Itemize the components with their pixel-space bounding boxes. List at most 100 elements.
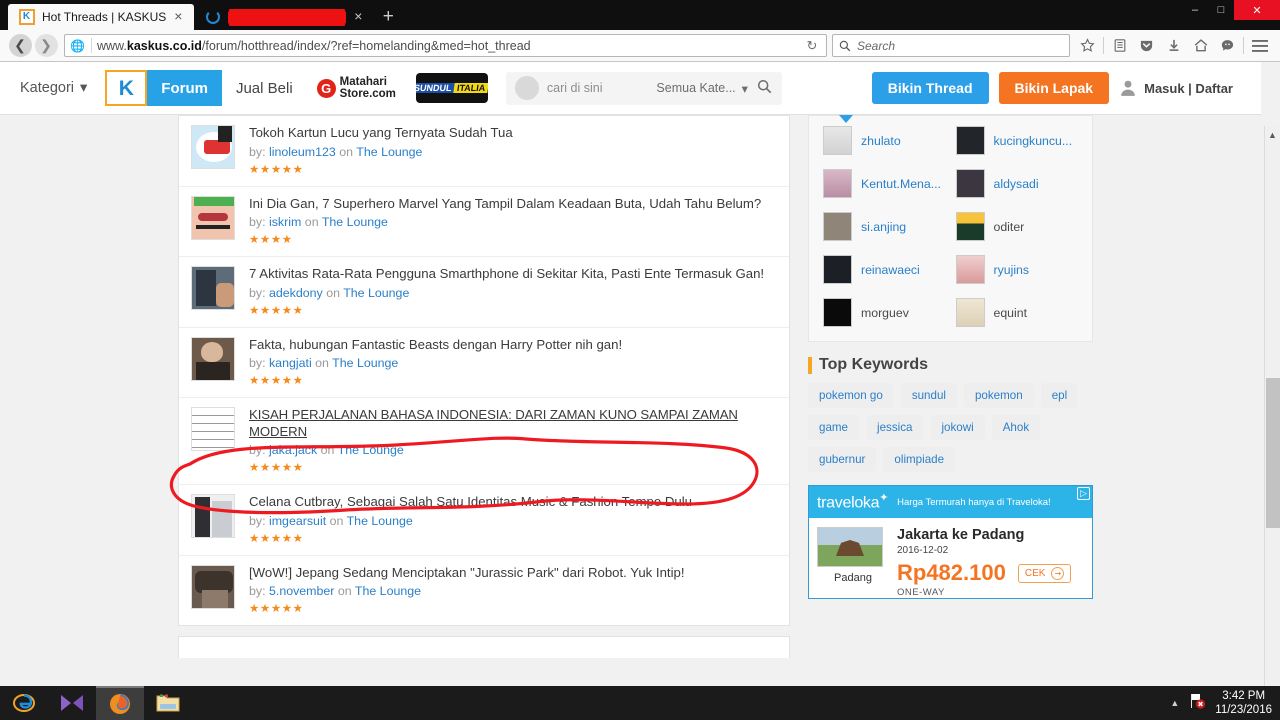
thread-title[interactable]: [WoW!] Jepang Sedang Menciptakan "Jurass…: [249, 565, 779, 582]
kaskus-logo[interactable]: K: [105, 70, 148, 106]
maximize-button[interactable]: □: [1208, 0, 1234, 20]
user-cell[interactable]: reinawaeci: [823, 255, 946, 284]
user-name[interactable]: kucingkuncu...: [994, 134, 1073, 148]
user-cell[interactable]: si.anjing: [823, 212, 946, 241]
cek-button[interactable]: CEK ➞: [1017, 563, 1072, 583]
thread-row[interactable]: Tokoh Kartun Lucu yang Ternyata Sudah Tu…: [179, 116, 789, 187]
keyword-tag[interactable]: jessica: [866, 415, 924, 440]
thread-author[interactable]: imgearsuit: [269, 514, 326, 528]
thread-title[interactable]: 7 Aktivitas Rata-Rata Pengguna Smarthpho…: [249, 266, 779, 283]
user-cell[interactable]: equint: [955, 298, 1079, 327]
keyword-tag[interactable]: game: [808, 415, 860, 440]
show-hidden-icons-button[interactable]: ▲: [1170, 698, 1179, 708]
thread-thumbnail[interactable]: [191, 407, 235, 451]
avatar[interactable]: [823, 298, 852, 327]
search-category-dropdown[interactable]: Semua Kate... ▾: [656, 81, 748, 96]
user-cell[interactable]: oditer: [955, 212, 1079, 241]
keyword-tag[interactable]: jokowi: [930, 415, 985, 440]
thread-row[interactable]: Ini Dia Gan, 7 Superhero Marvel Yang Tam…: [179, 187, 789, 257]
avatar[interactable]: [955, 169, 985, 198]
user-cell[interactable]: zhulato: [823, 126, 946, 155]
avatar[interactable]: [823, 169, 852, 198]
thread-author[interactable]: kangjati: [269, 356, 312, 370]
bookmark-star-icon[interactable]: [1074, 33, 1101, 59]
keyword-tag[interactable]: Ahok: [991, 415, 1041, 440]
download-icon[interactable]: [1160, 33, 1187, 59]
avatar[interactable]: [955, 298, 985, 327]
keyword-tag[interactable]: pokemon go: [808, 383, 894, 408]
thread-thumbnail[interactable]: [191, 266, 235, 310]
thread-title[interactable]: Tokoh Kartun Lucu yang Ternyata Sudah Tu…: [249, 125, 779, 142]
page-scrollbar[interactable]: ▲ ▼: [1264, 126, 1280, 686]
scroll-up-icon[interactable]: ▲: [1265, 126, 1280, 143]
home-icon[interactable]: [1187, 33, 1214, 59]
browser-tab-inactive[interactable]: ×: [194, 4, 375, 30]
avatar[interactable]: [823, 212, 852, 241]
thread-row[interactable]: Celana Cutbray, Sebagai Salah Satu Ident…: [179, 485, 789, 556]
avatar[interactable]: [955, 126, 985, 155]
user-name[interactable]: Kentut.Mena...: [861, 177, 941, 191]
scrollbar-thumb[interactable]: [1266, 378, 1280, 528]
window-close-button[interactable]: ✕: [1234, 0, 1280, 20]
thread-author[interactable]: 5.november: [269, 584, 334, 598]
back-icon[interactable]: ❮: [7, 33, 33, 59]
thread-thumbnail[interactable]: [191, 195, 235, 240]
minimize-button[interactable]: –: [1182, 0, 1208, 20]
user-name[interactable]: morguev: [861, 306, 909, 320]
thread-row[interactable]: Fakta, hubungan Fantastic Beasts dengan …: [179, 328, 789, 398]
user-name[interactable]: oditer: [994, 220, 1025, 234]
user-name[interactable]: ryujins: [994, 263, 1030, 277]
user-cell[interactable]: Kentut.Mena...: [823, 169, 946, 198]
login-register-link[interactable]: Masuk | Daftar: [1119, 79, 1233, 97]
thread-row[interactable]: KISAH PERJALANAN BAHASA INDONESIA: DARI …: [179, 398, 789, 485]
thread-author[interactable]: iskrim: [269, 215, 301, 229]
thread-author[interactable]: linoleum123: [269, 145, 336, 159]
bikin-lapak-button[interactable]: Bikin Lapak: [998, 72, 1110, 104]
thread-forum[interactable]: The Lounge: [355, 584, 421, 598]
user-name[interactable]: equint: [994, 306, 1028, 320]
taskbar-movie-maker-icon[interactable]: [48, 686, 96, 720]
search-icon[interactable]: [748, 79, 782, 97]
browser-search-box[interactable]: Search: [832, 34, 1070, 57]
user-cell[interactable]: aldysadi: [955, 169, 1079, 198]
thread-thumbnail[interactable]: [191, 125, 235, 169]
user-cell[interactable]: kucingkuncu...: [955, 126, 1079, 155]
avatar[interactable]: [823, 255, 852, 284]
taskbar-firefox-icon[interactable]: [96, 686, 144, 720]
thread-forum[interactable]: The Lounge: [322, 215, 388, 229]
user-name[interactable]: si.anjing: [861, 220, 906, 234]
thread-forum[interactable]: The Lounge: [347, 514, 413, 528]
thread-author[interactable]: adekdony: [269, 286, 323, 300]
avatar[interactable]: [955, 255, 985, 284]
taskbar-file-explorer-icon[interactable]: [144, 686, 192, 720]
site-search-box[interactable]: cari di sini Semua Kate... ▾: [505, 71, 782, 105]
avatar[interactable]: [955, 212, 985, 241]
new-tab-button[interactable]: +: [374, 4, 402, 30]
keyword-tag[interactable]: gubernur: [808, 447, 877, 472]
thread-title[interactable]: Ini Dia Gan, 7 Superhero Marvel Yang Tam…: [249, 196, 779, 213]
thread-title[interactable]: Fakta, hubungan Fantastic Beasts dengan …: [249, 337, 779, 354]
thread-forum[interactable]: The Lounge: [338, 443, 404, 457]
kategori-menu[interactable]: Kategori ▾: [14, 80, 105, 96]
bikin-thread-button[interactable]: Bikin Thread: [871, 72, 989, 104]
address-bar[interactable]: 🌐 www.kaskus.co.id/forum/hotthread/index…: [64, 34, 827, 57]
keyword-tag[interactable]: epl: [1040, 383, 1079, 408]
nav-item-forum[interactable]: Forum: [147, 70, 222, 106]
user-cell[interactable]: ryujins: [955, 255, 1079, 284]
thread-forum[interactable]: The Lounge: [332, 356, 398, 370]
avatar[interactable]: [823, 126, 852, 155]
thread-title[interactable]: KISAH PERJALANAN BAHASA INDONESIA: DARI …: [249, 407, 779, 440]
hamburger-menu-icon[interactable]: [1246, 33, 1273, 59]
thread-thumbnail[interactable]: [191, 494, 235, 538]
pocket-icon[interactable]: [1133, 33, 1160, 59]
forward-icon[interactable]: ❯: [33, 33, 59, 59]
keyword-tag[interactable]: sundul: [900, 383, 957, 408]
ad-choices-icon[interactable]: ▷: [1077, 487, 1090, 500]
traveloka-ad[interactable]: traveloka✦ Harga Termurah hanya di Trave…: [808, 485, 1093, 599]
thread-row[interactable]: 7 Aktivitas Rata-Rata Pengguna Smarthpho…: [179, 257, 789, 328]
keyword-tag[interactable]: pokemon: [963, 383, 1034, 408]
thread-forum[interactable]: The Lounge: [343, 286, 409, 300]
thread-author[interactable]: jaka.jack: [269, 443, 317, 457]
nav-item-matahari-store[interactable]: G Matahari Store.com: [307, 76, 406, 100]
thread-forum[interactable]: The Lounge: [356, 145, 422, 159]
